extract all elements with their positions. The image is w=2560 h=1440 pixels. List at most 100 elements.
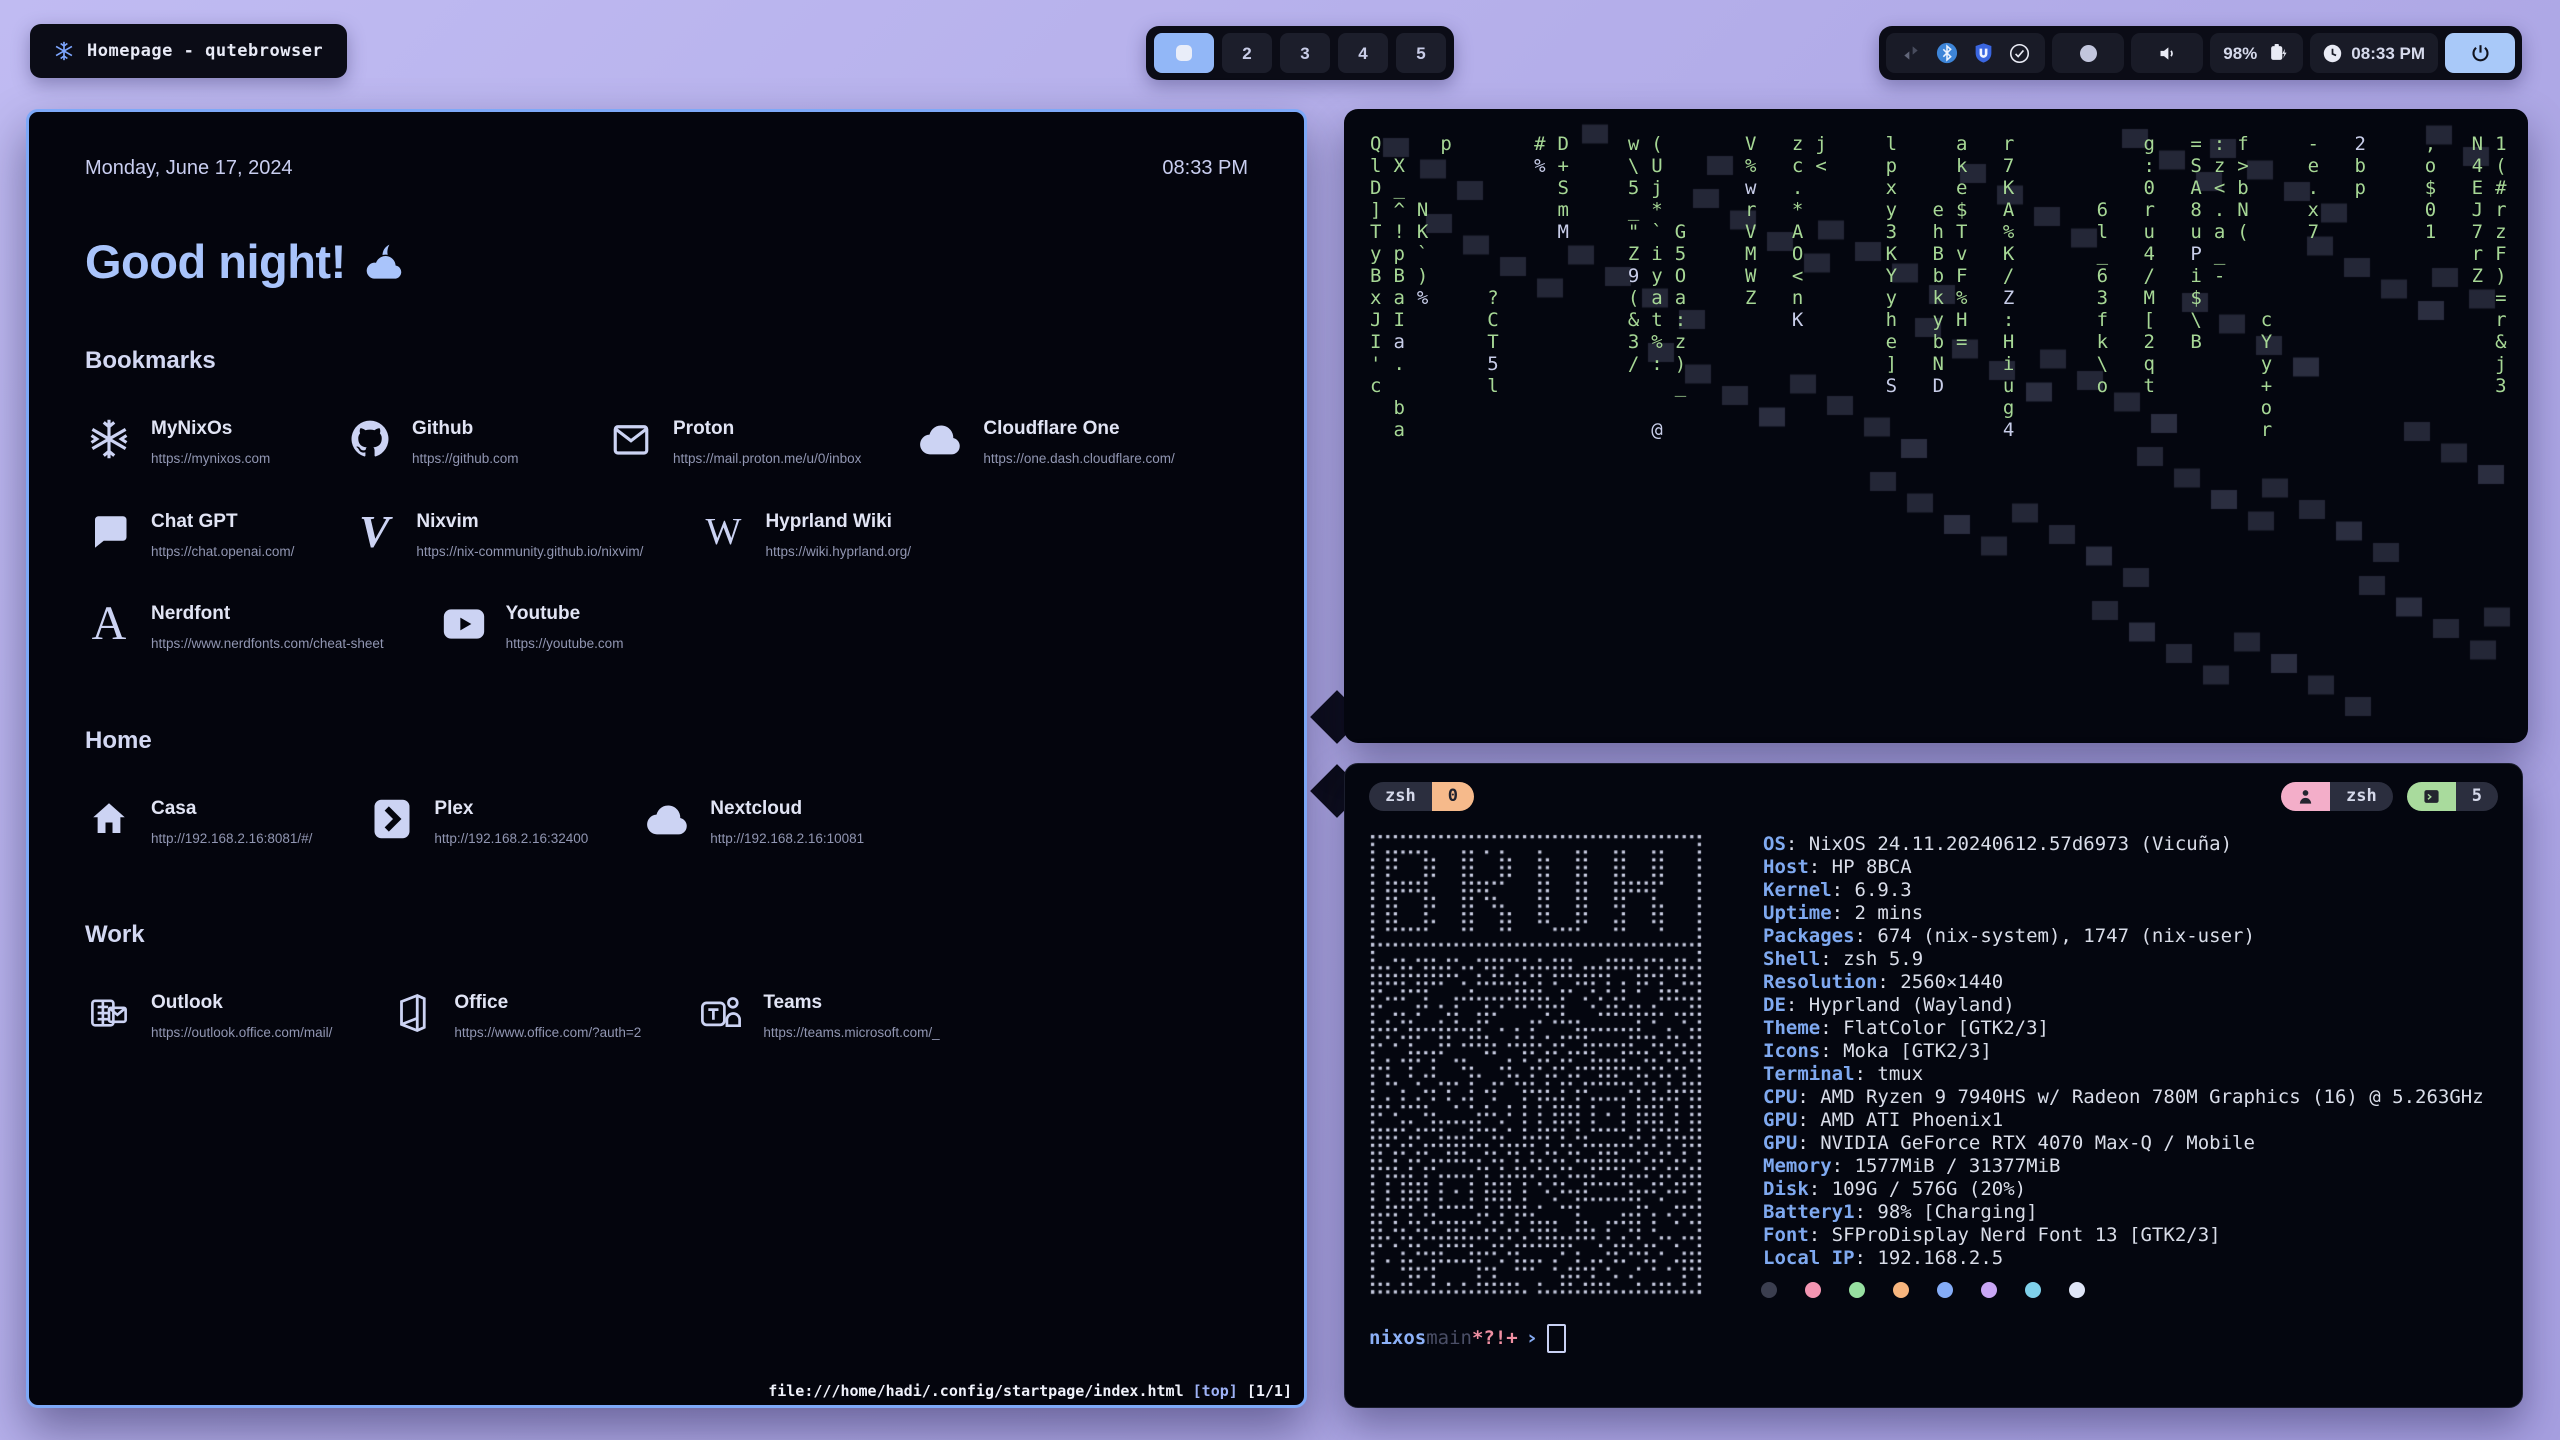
workspace-button-5[interactable]: 5: [1396, 33, 1446, 73]
bookmark-outlook[interactable]: Outlookhttps://outlook.office.com/mail/: [85, 989, 332, 1040]
bookmark-row: MyNixOshttps://mynixos.com Github https://…: [85, 415, 1248, 466]
bookmark-label: Youtube: [506, 600, 624, 623]
bookmark-label: Plex: [434, 795, 588, 818]
bookmark-url: https://one.dash.cloudflare.com/: [983, 452, 1174, 466]
cloud-icon: [917, 415, 965, 463]
statusbar-tab-counter: [1/1]: [1247, 1382, 1292, 1400]
tmux-user-pill: zsh: [2281, 782, 2393, 811]
palette-color-2: [1849, 1282, 1865, 1298]
snowflake-icon: [85, 415, 133, 463]
bookmark-cloudflare-one[interactable]: Cloudflare Onehttps://one.dash.cloudflar…: [917, 415, 1174, 466]
battery-percent: 98%: [2223, 45, 2257, 62]
tmux-statusbar: zsh 0 zsh 5: [1369, 782, 2498, 811]
check-circle-icon[interactable]: [2009, 43, 2030, 64]
record-dot-icon: [2080, 45, 2097, 62]
bookmark-text: Cloudflare Onehttps://one.dash.cloudflar…: [983, 415, 1174, 466]
workspace-button-2[interactable]: 2: [1222, 33, 1272, 73]
bookmark-text: Nerdfonthttps://www.nerdfonts.com/cheat-…: [151, 600, 384, 651]
palette-color-1: [1805, 1282, 1821, 1298]
bookmark-office[interactable]: Office https://www.office.com/?auth=2: [388, 989, 641, 1040]
desktop: Homepage - qutebrowser 2345: [0, 0, 2560, 1440]
bookmark-plex[interactable]: Plex http://192.168.2.16:32400: [368, 795, 588, 846]
bookmark-url: http://192.168.2.16:32400: [434, 832, 588, 846]
bookmark-label: Office: [454, 989, 641, 1012]
power-button[interactable]: [2445, 33, 2515, 73]
bookmark-label: Hyprland Wiki: [765, 508, 911, 531]
workspace-button-3[interactable]: 3: [1280, 33, 1330, 73]
bookmark-url: https://teams.microsoft.com/_: [763, 1026, 939, 1040]
tmux-right-status: zsh 5: [2281, 782, 2498, 811]
bookmark-label: Github: [412, 415, 519, 438]
system-tray: 98% 08:33 PM: [1879, 26, 2522, 80]
home-icon: [85, 795, 133, 843]
text-cursor: [1547, 1324, 1566, 1353]
office-icon: [388, 989, 436, 1037]
shield-icon[interactable]: [1973, 42, 1994, 64]
cloud-icon: [644, 795, 692, 843]
bookmark-text: Outlookhttps://outlook.office.com/mail/: [151, 989, 332, 1040]
window-title: Homepage - qutebrowser: [87, 43, 323, 60]
bookmark-label: Nerdfont: [151, 600, 384, 623]
tmux-window-index: 0: [1432, 782, 1474, 811]
workspace-button-4[interactable]: 4: [1338, 33, 1388, 73]
bookmark-url: https://chat.openai.com/: [151, 545, 294, 559]
bookmark-url: https://www.office.com/?auth=2: [454, 1026, 641, 1040]
wiki-icon: W: [699, 508, 747, 556]
palette-color-4: [1937, 1282, 1953, 1298]
bookmark-text: Office https://www.office.com/?auth=2: [454, 989, 641, 1040]
bookmark-text: Protonhttps://mail.proton.me/u/0/inbox: [673, 415, 861, 466]
bookmark-text: MyNixOshttps://mynixos.com: [151, 415, 270, 466]
bookmark-casa[interactable]: Casahttp://192.168.2.16:8081/#/: [85, 795, 312, 846]
bookmark-row: Outlookhttps://outlook.office.com/mail/O…: [85, 989, 1248, 1040]
bookmark-mynixos[interactable]: MyNixOshttps://mynixos.com: [85, 415, 290, 466]
fastfetch-output: OS: NixOS 24.11.20240612.57d6973 (Vicuña…: [1369, 833, 2498, 1298]
battery-widget[interactable]: 98%: [2210, 33, 2303, 73]
terminal-icon: [2407, 782, 2456, 811]
fastfetch-info: OS: NixOS 24.11.20240612.57d6973 (Vicuña…: [1763, 833, 2484, 1270]
bookmark-label: Teams: [763, 989, 939, 1012]
bookmark-nextcloud[interactable]: Nextcloudhttp://192.168.2.16:10081: [644, 795, 864, 846]
bookmark-url: https://mail.proton.me/u/0/inbox: [673, 452, 861, 466]
top-bar: Homepage - qutebrowser 2345: [0, 0, 2560, 104]
shell-prompt[interactable]: nixos main *?!+ ›: [1369, 1324, 2498, 1353]
bookmark-nerdfont[interactable]: A Nerdfonthttps://www.nerdfonts.com/cheat…: [85, 600, 384, 651]
bookmark-text: Teams https://teams.microsoft.com/_: [763, 989, 939, 1040]
volume-button[interactable]: [2131, 33, 2203, 73]
network-arrows-icon[interactable]: [1901, 43, 1921, 63]
qutebrowser-window: Monday, June 17, 2024 08:33 PM Good nigh…: [26, 109, 1307, 1408]
clock-widget[interactable]: 08:33 PM: [2310, 33, 2438, 73]
active-workspace-indicator: [1176, 45, 1192, 61]
greeting: Good night!: [85, 238, 1304, 285]
matrix-terminal-window: Q p #D w( V zj l a r g =:f - 2 , N1 lX %…: [1344, 109, 2528, 743]
workspace-button-active[interactable]: [1154, 33, 1214, 73]
font-icon: A: [85, 600, 133, 648]
bookmark-github[interactable]: Github https://github.com: [346, 415, 551, 466]
bookmark-url: http://192.168.2.16:10081: [710, 832, 864, 846]
nixvim-icon: V: [350, 508, 398, 556]
bookmark-proton[interactable]: Protonhttps://mail.proton.me/u/0/inbox: [607, 415, 861, 466]
startpage-header: Monday, June 17, 2024 08:33 PM: [29, 112, 1304, 180]
bookmark-hyprland-wiki[interactable]: WHyprland Wikihttps://wiki.hyprland.org/: [699, 508, 911, 559]
bookmark-url: https://outlook.office.com/mail/: [151, 1026, 332, 1040]
mail-icon: [607, 415, 655, 463]
greeting-text: Good night!: [85, 238, 346, 285]
bookmark-teams[interactable]: Teams https://teams.microsoft.com/_: [697, 989, 939, 1040]
youtube-icon: [440, 600, 488, 648]
github-icon: [346, 415, 394, 463]
prompt-arrow: ›: [1524, 1329, 1538, 1348]
tray-icon-group: [1886, 33, 2045, 73]
bookmark-chat-gpt[interactable]: Chat GPThttps://chat.openai.com/: [85, 508, 294, 559]
bluetooth-icon[interactable]: [1936, 42, 1958, 64]
nixos-logo-icon: [54, 41, 74, 61]
prompt-host: nixos: [1369, 1329, 1426, 1348]
user-icon: [2281, 782, 2330, 811]
tmux-session-pill[interactable]: zsh 0: [1369, 782, 1474, 811]
bookmark-nixvim[interactable]: VNixvimhttps://nix-community.github.io/n…: [350, 508, 643, 559]
bookmark-youtube[interactable]: Youtubehttps://youtube.com: [440, 600, 645, 651]
bookmark-url: https://github.com: [412, 452, 519, 466]
screen-record-indicator[interactable]: [2052, 33, 2124, 73]
chat-icon: [85, 508, 133, 556]
palette-color-6: [2025, 1282, 2041, 1298]
palette-color-3: [1893, 1282, 1909, 1298]
clock-label: 08:33 PM: [2351, 45, 2425, 62]
